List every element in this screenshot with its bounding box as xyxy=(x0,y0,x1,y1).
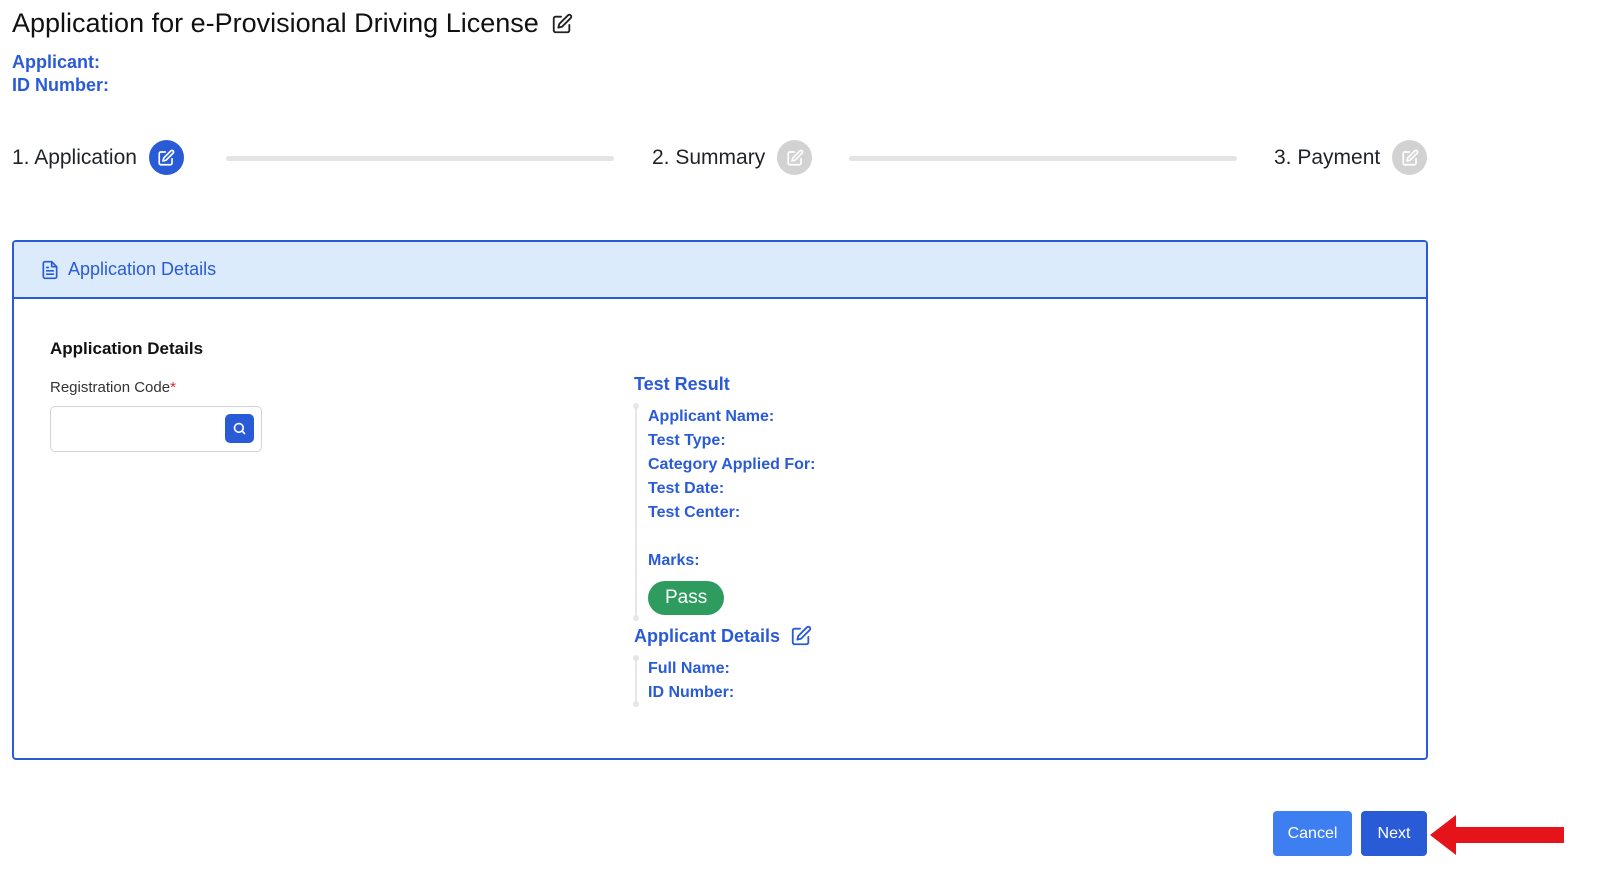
category-label: Category Applied For: xyxy=(648,456,816,473)
step-edit-icon xyxy=(148,140,184,175)
step-connector xyxy=(226,156,614,161)
test-center-label: Test Center: xyxy=(648,504,741,521)
step-edit-icon xyxy=(777,140,813,175)
full-name-label: Full Name: xyxy=(648,660,730,677)
applicant-name-label: Applicant Name: xyxy=(648,408,775,425)
progress-stepper: 1. Application 2. Summary 3. Payment xyxy=(12,140,1432,178)
timeline-line xyxy=(633,403,639,621)
section-title: Application Details xyxy=(50,339,204,358)
registration-code-input[interactable] xyxy=(51,407,216,451)
step-label: 1. Application xyxy=(12,145,137,169)
applicant-label: Applicant: xyxy=(12,52,100,72)
page-title-text: Application for e-Provisional Driving Li… xyxy=(12,8,539,38)
applicant-meta: Applicant: ID Number: xyxy=(12,51,109,97)
step-summary[interactable]: 2. Summary xyxy=(652,140,813,175)
document-icon xyxy=(42,260,58,279)
timeline-line xyxy=(633,655,639,707)
cancel-button[interactable]: Cancel xyxy=(1273,811,1352,856)
step-label: 3. Payment xyxy=(1274,145,1381,169)
registration-code-field xyxy=(50,406,262,452)
marks-label: Marks: xyxy=(648,552,700,569)
step-payment[interactable]: 3. Payment xyxy=(1274,140,1428,175)
card-header: Application Details xyxy=(14,242,1426,299)
status-badge: Pass xyxy=(648,581,725,615)
search-button[interactable] xyxy=(225,414,254,443)
result-section: Test Result Applicant Name: Test Type: C… xyxy=(633,374,1334,707)
step-connector xyxy=(849,156,1237,161)
red-arrow-icon xyxy=(1430,815,1564,855)
applicant-details-title: Applicant Details xyxy=(634,625,1334,647)
test-date-label: Test Date: xyxy=(648,480,725,497)
registration-code-label: Registration Code* xyxy=(50,379,176,396)
registration-section: Application Details Registration Code* xyxy=(50,339,262,452)
applicant-details-list: Full Name: ID Number: xyxy=(633,655,1334,707)
page-title: Application for e-Provisional Driving Li… xyxy=(12,8,573,39)
application-details-card: Application Details Application Details … xyxy=(12,240,1428,760)
search-icon xyxy=(233,422,246,435)
card-header-title: Application Details xyxy=(68,259,217,279)
edit-icon[interactable] xyxy=(551,13,573,35)
applicant-id-number-label: ID Number: xyxy=(648,684,735,701)
required-mark: * xyxy=(170,379,176,396)
edit-icon[interactable] xyxy=(790,625,812,647)
test-result-list: Applicant Name: Test Type: Category Appl… xyxy=(633,403,1334,621)
step-application[interactable]: 1. Application xyxy=(12,140,184,175)
id-number-label: ID Number: xyxy=(12,75,110,95)
test-result-title: Test Result xyxy=(634,374,730,394)
step-edit-icon xyxy=(1392,140,1428,175)
test-type-label: Test Type: xyxy=(648,432,726,449)
next-button[interactable]: Next xyxy=(1361,811,1427,856)
step-label: 2. Summary xyxy=(652,145,766,169)
